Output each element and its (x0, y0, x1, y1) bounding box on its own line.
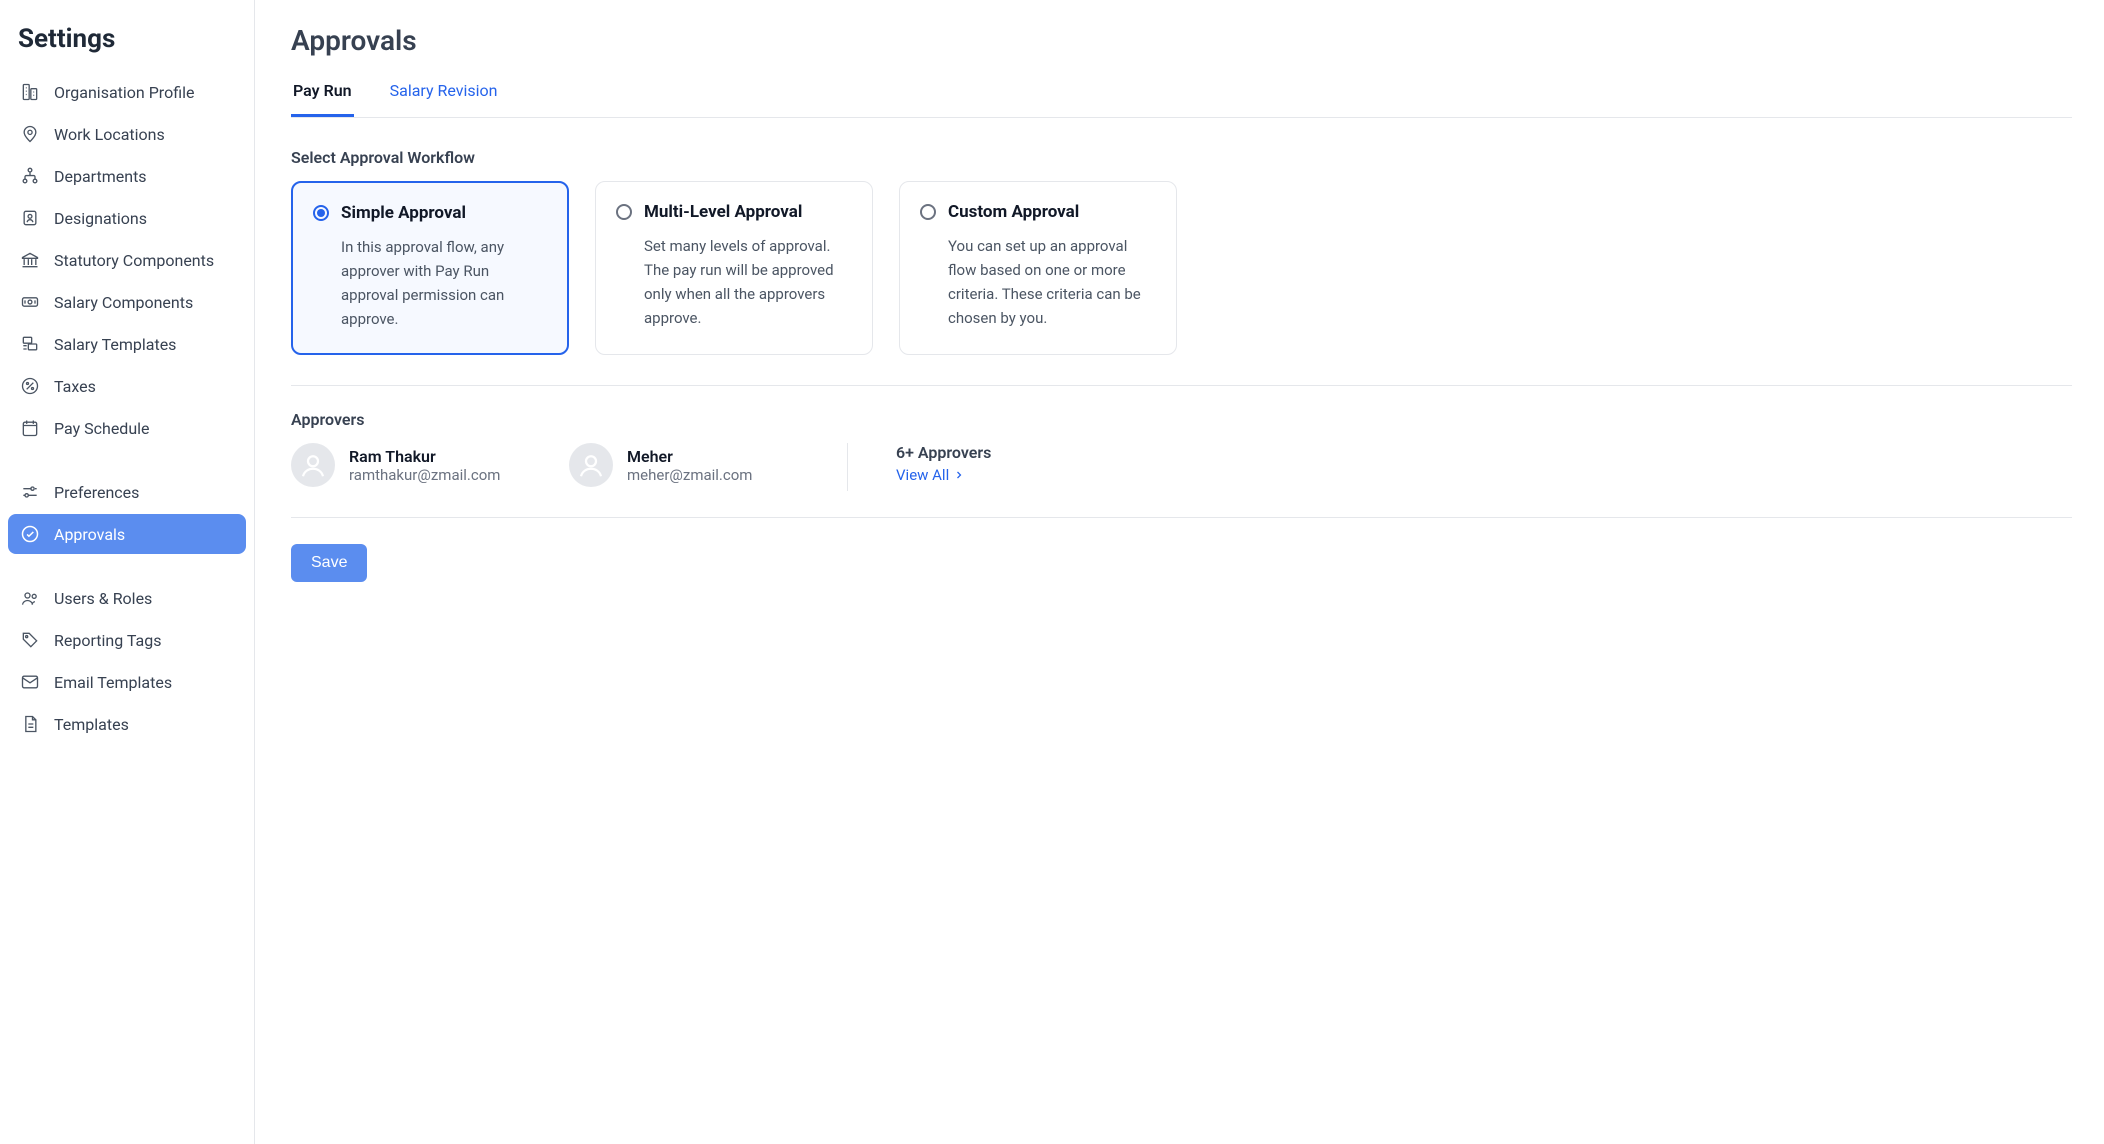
workflow-option-simple[interactable]: Simple Approval In this approval flow, a… (291, 181, 569, 355)
sidebar-item-email-templates[interactable]: Email Templates (8, 662, 246, 702)
id-badge-icon (20, 208, 40, 228)
vertical-divider (847, 443, 848, 491)
bank-icon (20, 250, 40, 270)
sidebar-item-pay-schedule[interactable]: Pay Schedule (8, 408, 246, 448)
percent-circle-icon (20, 376, 40, 396)
sidebar-item-label: Salary Components (54, 293, 193, 312)
sidebar-item-users-roles[interactable]: Users & Roles (8, 578, 246, 618)
sidebar-item-label: Taxes (54, 377, 96, 396)
file-text-icon (20, 714, 40, 734)
approver-name: Ram Thakur (349, 447, 500, 466)
sidebar-item-label: Statutory Components (54, 251, 214, 270)
workflow-option-title: Custom Approval (948, 202, 1079, 222)
divider (291, 385, 2072, 386)
sidebar-item-salary-templates[interactable]: Salary Templates (8, 324, 246, 364)
sidebar-item-label: Pay Schedule (54, 419, 150, 438)
page-title: Approvals (291, 24, 2072, 57)
sidebar-title: Settings (8, 24, 246, 72)
divider (291, 517, 2072, 518)
location-pin-icon (20, 124, 40, 144)
workflow-option-title: Multi-Level Approval (644, 202, 802, 222)
tab-pay-run[interactable]: Pay Run (291, 75, 354, 117)
workflow-option-multi-level[interactable]: Multi-Level Approval Set many levels of … (595, 181, 873, 355)
radio-icon (920, 204, 936, 220)
sidebar-item-designations[interactable]: Designations (8, 198, 246, 238)
org-tree-icon (20, 166, 40, 186)
sidebar-item-salary-components[interactable]: Salary Components (8, 282, 246, 322)
approver-name: Meher (627, 447, 752, 466)
tab-label: Pay Run (293, 81, 352, 100)
avatar-icon (569, 443, 613, 487)
sidebar-item-label: Approvals (54, 525, 125, 544)
sidebar-item-label: Work Locations (54, 125, 165, 144)
sidebar-item-label: Organisation Profile (54, 83, 194, 102)
sidebar-item-label: Departments (54, 167, 147, 186)
workflow-section-label: Select Approval Workflow (291, 148, 2072, 167)
sidebar-item-label: Reporting Tags (54, 631, 161, 650)
workflow-option-desc: You can set up an approval flow based on… (920, 234, 1156, 330)
tab-label: Salary Revision (390, 81, 498, 100)
sidebar-item-templates[interactable]: Templates (8, 704, 246, 744)
check-circle-icon (20, 524, 40, 544)
main-content: Approvals Pay Run Salary Revision Select… (255, 0, 2104, 1144)
sidebar-item-preferences[interactable]: Preferences (8, 472, 246, 512)
sidebar-item-label: Designations (54, 209, 147, 228)
approvers-row: Ram Thakur ramthakur@zmail.com Meher meh… (291, 443, 2072, 491)
sidebar-item-label: Email Templates (54, 673, 172, 692)
approver-email: meher@zmail.com (627, 466, 752, 484)
approvers-more-count: 6+ Approvers (896, 443, 991, 462)
sidebar-item-label: Preferences (54, 483, 139, 502)
workflow-option-custom[interactable]: Custom Approval You can set up an approv… (899, 181, 1177, 355)
sidebar-item-departments[interactable]: Departments (8, 156, 246, 196)
avatar-icon (291, 443, 335, 487)
chevron-right-icon (953, 469, 965, 481)
building-icon (20, 82, 40, 102)
workflow-option-desc: Set many levels of approval. The pay run… (616, 234, 852, 330)
radio-icon (616, 204, 632, 220)
radio-icon (313, 205, 329, 221)
workflow-option-title: Simple Approval (341, 203, 466, 223)
view-all-approvers-link[interactable]: View All (896, 466, 991, 484)
save-button[interactable]: Save (291, 544, 367, 582)
sliders-icon (20, 482, 40, 502)
sidebar-item-reporting-tags[interactable]: Reporting Tags (8, 620, 246, 660)
users-icon (20, 588, 40, 608)
sidebar-item-label: Templates (54, 715, 129, 734)
sidebar-item-organisation-profile[interactable]: Organisation Profile (8, 72, 246, 112)
workflow-options: Simple Approval In this approval flow, a… (291, 181, 2072, 355)
tag-icon (20, 630, 40, 650)
approver-item: Meher meher@zmail.com (569, 443, 799, 487)
settings-sidebar: Settings Organisation Profile Work Locat… (0, 0, 255, 1144)
templates-stack-icon (20, 334, 40, 354)
sidebar-item-label: Users & Roles (54, 589, 152, 608)
mail-icon (20, 672, 40, 692)
cash-icon (20, 292, 40, 312)
approver-email: ramthakur@zmail.com (349, 466, 500, 484)
tab-salary-revision[interactable]: Salary Revision (388, 75, 500, 117)
sidebar-item-taxes[interactable]: Taxes (8, 366, 246, 406)
sidebar-item-label: Salary Templates (54, 335, 176, 354)
sidebar-item-approvals[interactable]: Approvals (8, 514, 246, 554)
approval-tabs: Pay Run Salary Revision (291, 75, 2072, 118)
save-button-label: Save (311, 554, 347, 571)
approver-item: Ram Thakur ramthakur@zmail.com (291, 443, 521, 487)
sidebar-item-work-locations[interactable]: Work Locations (8, 114, 246, 154)
approvers-section-label: Approvers (291, 410, 2072, 429)
workflow-option-desc: In this approval flow, any approver with… (313, 235, 547, 331)
view-all-label: View All (896, 466, 949, 484)
sidebar-item-statutory-components[interactable]: Statutory Components (8, 240, 246, 280)
calendar-icon (20, 418, 40, 438)
